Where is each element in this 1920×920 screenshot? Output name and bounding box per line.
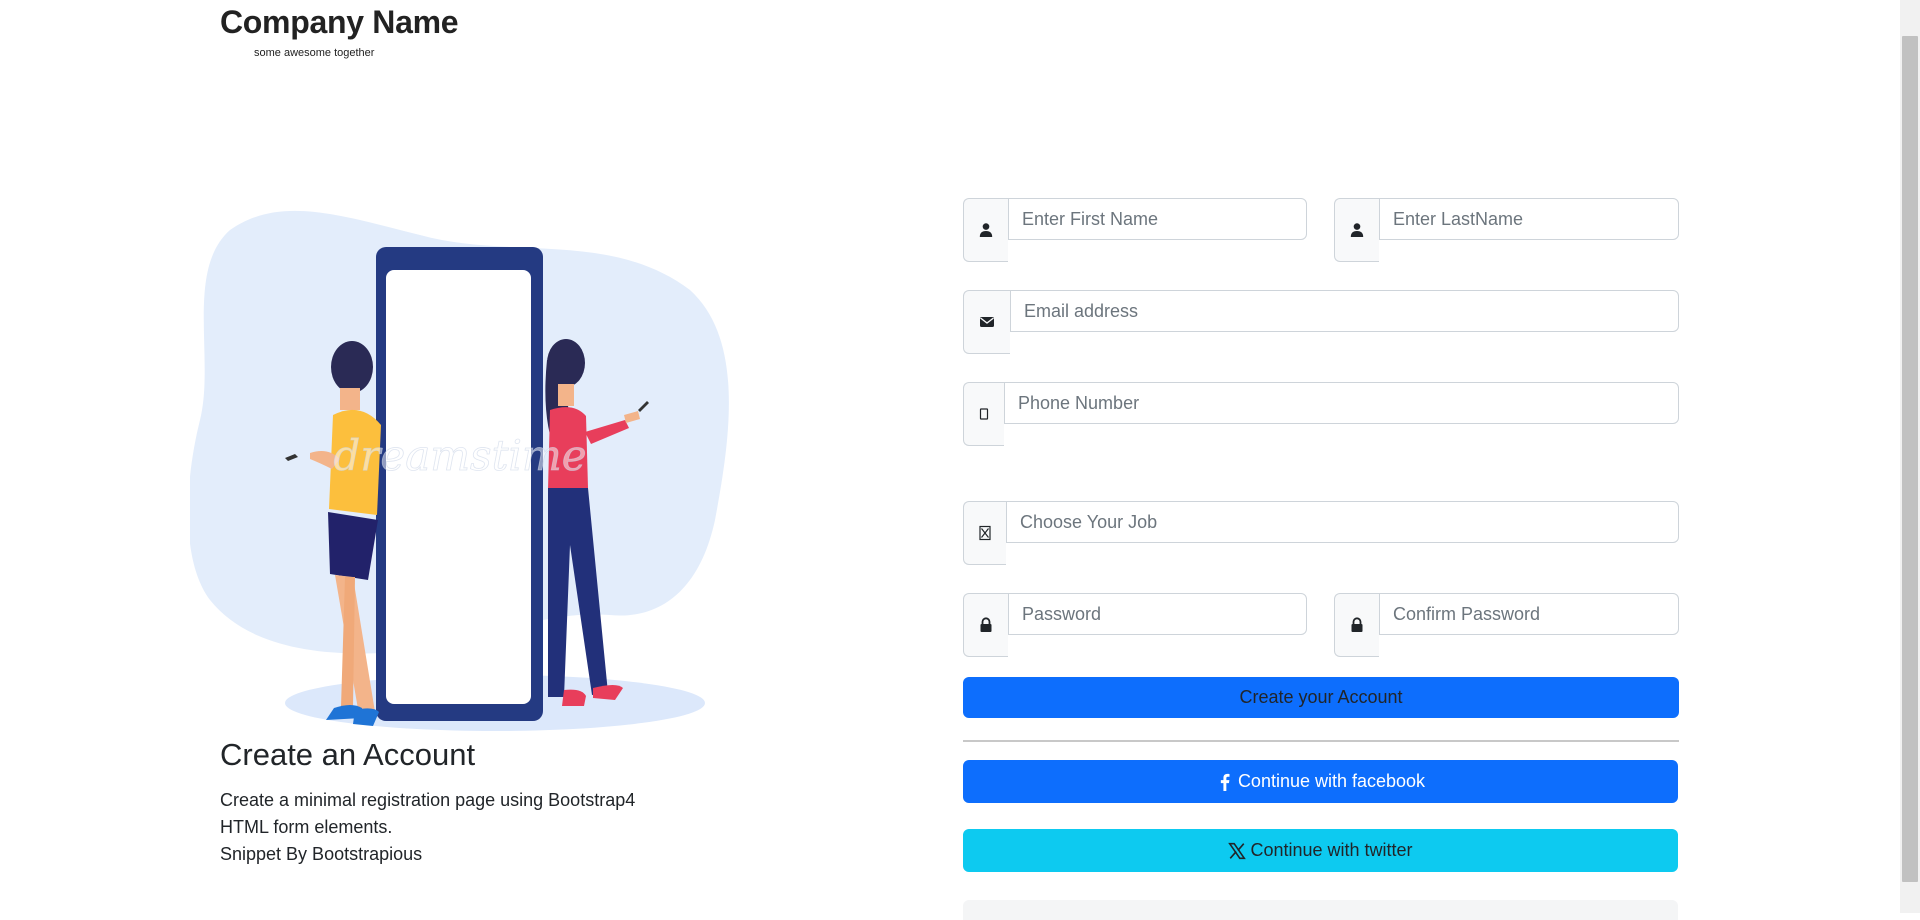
first-name-group: Enter First Name	[963, 198, 1307, 262]
briefcase-icon	[963, 501, 1006, 565]
confirm-password-group: Confirm Password	[1334, 593, 1679, 657]
intro-line-3: Snippet By Bootstrapious	[220, 844, 423, 864]
facebook-icon	[1220, 773, 1230, 791]
job-select[interactable]: Choose Your Job	[1006, 501, 1679, 543]
x-twitter-icon	[1228, 842, 1247, 859]
phone-group: Phone Number	[963, 382, 1679, 446]
intro-heading: Create an Account	[220, 737, 476, 772]
facebook-login-button[interactable]: Continue with facebook	[963, 760, 1678, 803]
email-input[interactable]: Email address	[1010, 290, 1679, 332]
facebook-button-label: Continue with facebook	[1237, 771, 1426, 791]
lock-icon	[963, 593, 1008, 657]
next-button-partial[interactable]	[963, 900, 1678, 920]
confirm-password-input[interactable]: Confirm Password	[1379, 593, 1679, 635]
twitter-button-label: Continue with twitter	[1250, 840, 1413, 860]
user-icon	[963, 198, 1008, 262]
password-input[interactable]: Password	[1008, 593, 1307, 635]
envelope-icon	[963, 290, 1010, 354]
job-group: Choose Your Job	[963, 501, 1679, 565]
user-icon	[1334, 198, 1379, 262]
mobile-icon	[963, 382, 1004, 446]
registration-illustration: dreamstime	[190, 210, 729, 731]
divider	[963, 740, 1679, 742]
scrollbar-thumb[interactable]	[1902, 36, 1918, 882]
brand-header: Company Name some awesome together	[220, 4, 459, 59]
company-name: Company Name	[220, 4, 459, 40]
create-account-button[interactable]: Create your Account	[963, 677, 1679, 718]
phone-screen	[386, 270, 531, 704]
page-scrollbar[interactable]	[1900, 0, 1920, 913]
illustration-watermark: dreamstime	[333, 431, 586, 480]
last-name-input[interactable]: Enter LastName	[1379, 198, 1679, 240]
first-name-input[interactable]: Enter First Name	[1008, 198, 1307, 240]
intro-section: Create an Account Create a minimal regis…	[220, 737, 680, 868]
email-group: Email address	[963, 290, 1679, 354]
company-tagline: some awesome together	[254, 47, 375, 59]
last-name-group: Enter LastName	[1334, 198, 1679, 262]
intro-line-1: Create a minimal registration page using…	[220, 790, 636, 810]
lock-icon	[1334, 593, 1379, 657]
password-group: Password	[963, 593, 1307, 657]
phone-input[interactable]: Phone Number	[1004, 382, 1679, 424]
intro-line-2: HTML form elements.	[220, 817, 393, 837]
twitter-login-button[interactable]: Continue with twitter	[963, 829, 1678, 872]
